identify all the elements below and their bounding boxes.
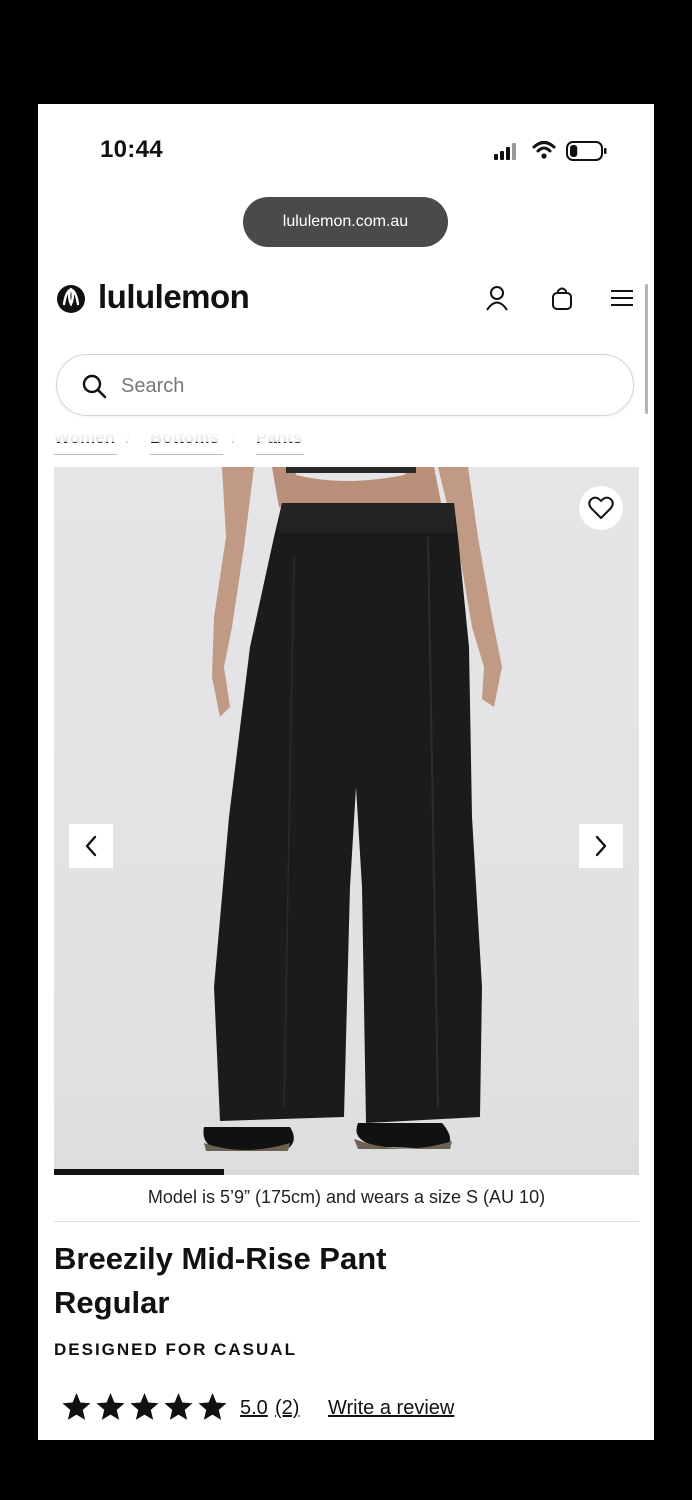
battery-icon xyxy=(566,141,607,161)
star-icon xyxy=(164,1393,193,1420)
url-bar[interactable]: lululemon.com.au xyxy=(243,197,448,247)
product-title-line2: Regular xyxy=(54,1285,170,1320)
product-photo xyxy=(203,467,502,1151)
breadcrumb-underline xyxy=(54,454,117,455)
star-icon xyxy=(96,1393,125,1420)
product-title-line1: Breezily Mid-Rise Pant xyxy=(54,1241,387,1276)
search-bar[interactable] xyxy=(56,354,634,416)
image-progress-fill xyxy=(54,1169,224,1175)
menu-icon[interactable] xyxy=(608,284,636,312)
product-image[interactable] xyxy=(54,467,639,1175)
brand-name[interactable]: lululemon xyxy=(98,278,250,316)
divider xyxy=(54,1221,639,1222)
chevron-right-icon xyxy=(595,835,607,857)
rating-stars[interactable] xyxy=(60,1391,229,1423)
signal-icon xyxy=(494,143,516,160)
account-icon[interactable] xyxy=(483,284,511,312)
header-overlay xyxy=(54,420,634,442)
model-size-note: Model is 5’9” (175cm) and wears a size S… xyxy=(147,1187,546,1207)
heart-icon xyxy=(588,496,614,519)
breadcrumb-underline xyxy=(150,454,223,455)
wifi-icon xyxy=(532,141,556,159)
star-icon xyxy=(198,1393,227,1420)
next-image-button[interactable] xyxy=(579,824,623,868)
prev-image-button[interactable] xyxy=(69,824,113,868)
write-review-link[interactable]: Write a review xyxy=(328,1397,454,1420)
status-time: 10:44 xyxy=(100,136,163,163)
chevron-left-icon xyxy=(85,835,97,857)
phone-screen: 10:44 lululemon.com.au lululemon Search … xyxy=(38,104,654,1440)
star-icon xyxy=(130,1393,159,1420)
scrollbar[interactable] xyxy=(645,284,648,414)
favorite-button[interactable] xyxy=(579,486,623,530)
star-icon xyxy=(62,1393,91,1420)
lululemon-logo-icon[interactable] xyxy=(56,284,86,314)
search-input[interactable] xyxy=(119,367,603,405)
review-count-link[interactable]: (2) xyxy=(275,1397,299,1420)
breadcrumb-underline xyxy=(256,454,304,455)
rating-value[interactable]: 5.0 xyxy=(240,1397,268,1420)
bag-icon[interactable] xyxy=(548,284,576,312)
search-icon xyxy=(82,374,107,399)
breadcrumb: Women / Bottoms / Pants xyxy=(54,420,634,456)
image-progress-bar xyxy=(54,1169,639,1175)
product-title: Breezily Mid-Rise Pant Regular xyxy=(54,1237,474,1325)
designed-for-label: DESIGNED FOR CASUAL xyxy=(54,1340,297,1359)
